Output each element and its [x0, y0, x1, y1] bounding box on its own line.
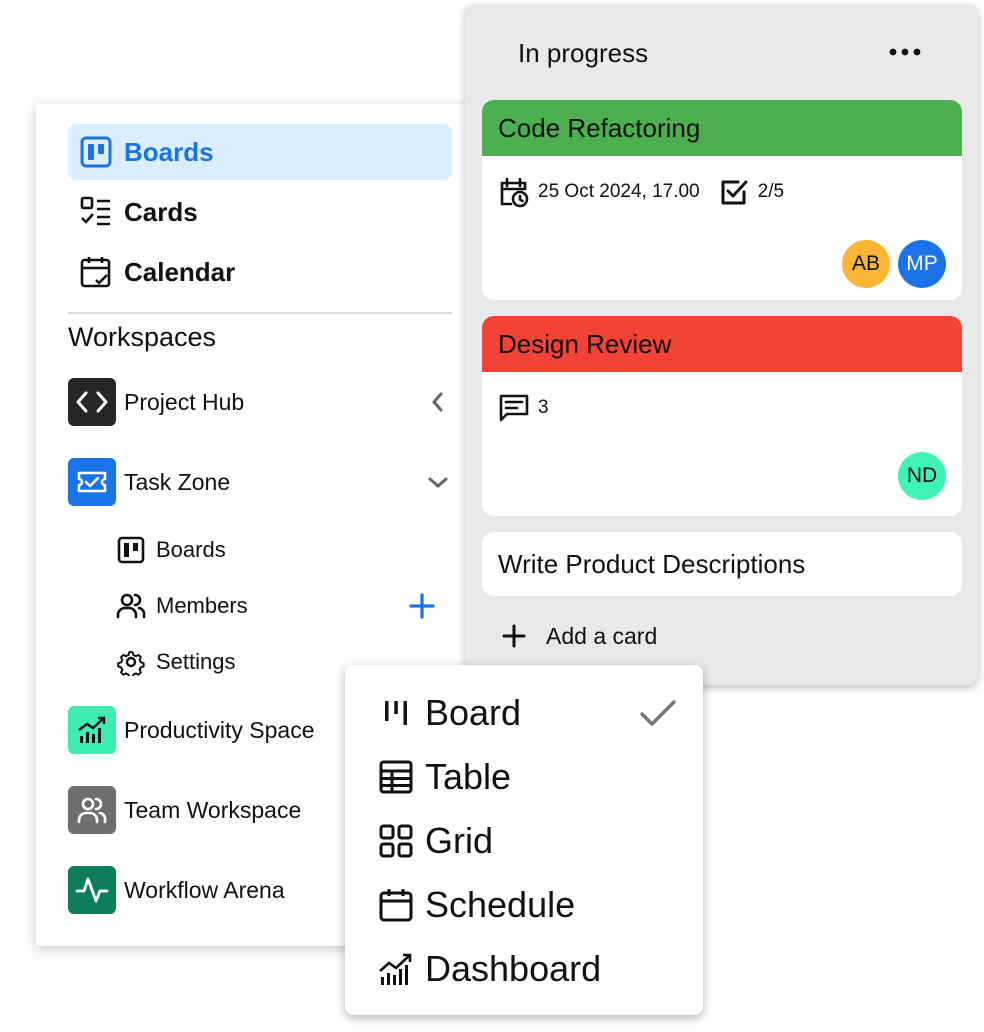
ticket-icon — [68, 458, 116, 506]
board-view-icon — [377, 694, 415, 732]
sub-item-label: Members — [156, 593, 248, 618]
chevron-down-icon[interactable] — [426, 470, 450, 494]
dashboard-icon — [377, 950, 415, 988]
view-option-schedule[interactable]: Schedule — [377, 880, 687, 930]
due-date: 25 Oct 2024, 17.00 — [538, 181, 700, 202]
card-title: Design Review — [482, 316, 962, 372]
boards-icon — [116, 535, 146, 565]
card-write-product-descriptions[interactable]: Write Product Descriptions — [482, 532, 962, 596]
schedule-icon — [377, 886, 415, 924]
workspace-label: Task Zone — [124, 468, 231, 495]
card-meta: 25 Oct 2024, 17.00 2/5 — [498, 176, 784, 208]
avatar[interactable]: ND — [898, 452, 946, 500]
sub-item-label: Boards — [156, 537, 226, 562]
checklist-count: 2/5 — [757, 181, 785, 202]
view-menu: Board Table Grid Schedule Dashboard — [345, 665, 703, 1015]
comment-icon — [498, 392, 530, 424]
gear-icon — [116, 647, 146, 677]
avatar[interactable]: AB — [842, 240, 890, 288]
card-code-refactoring[interactable]: Code Refactoring 25 Oct 2024, 17.00 2/5 … — [482, 100, 962, 300]
view-option-label: Dashboard — [425, 948, 602, 989]
add-card-label: Add a card — [546, 622, 658, 649]
workspace-project-hub[interactable]: Project Hub — [68, 378, 452, 426]
checklist-icon — [79, 195, 113, 229]
checkbox-icon — [718, 176, 750, 208]
sub-item-members[interactable]: Members — [116, 590, 436, 622]
table-icon — [377, 758, 415, 796]
add-card-button[interactable]: Add a card — [500, 622, 657, 650]
divider — [68, 312, 452, 314]
workspaces-title: Workspaces — [68, 322, 217, 352]
code-icon — [68, 378, 116, 426]
workspace-label: Project Hub — [124, 388, 245, 415]
plus-icon — [500, 622, 528, 650]
workspace-label: Workflow Arena — [124, 876, 285, 903]
nav-item-calendar[interactable]: Calendar — [68, 244, 452, 300]
nav-item-cards[interactable]: Cards — [68, 184, 452, 240]
view-option-grid[interactable]: Grid — [377, 816, 687, 866]
avatar[interactable]: MP — [898, 240, 946, 288]
calendar-clock-icon — [498, 176, 530, 208]
column-title: In progress — [518, 38, 649, 68]
view-option-table[interactable]: Table — [377, 752, 687, 802]
members-icon — [116, 591, 146, 621]
view-option-dashboard[interactable]: Dashboard — [377, 944, 687, 994]
workspace-task-zone[interactable]: Task Zone — [68, 458, 452, 506]
team-icon — [68, 786, 116, 834]
view-option-label: Board — [425, 692, 522, 733]
nav-item-boards[interactable]: Boards — [68, 124, 452, 180]
view-option-label: Grid — [425, 820, 494, 861]
workspace-label: Team Workspace — [124, 796, 302, 823]
view-option-board[interactable]: Board — [377, 688, 687, 738]
sub-item-label: Settings — [156, 649, 236, 674]
grid-icon — [377, 822, 415, 860]
nav-item-label: Calendar — [124, 256, 236, 287]
pulse-icon — [68, 866, 116, 914]
calendar-check-icon — [79, 255, 113, 289]
chart-icon — [68, 706, 116, 754]
board-column: In progress Code Refactoring 25 Oct 2024… — [465, 4, 978, 685]
checkmark-icon — [637, 692, 679, 734]
boards-icon — [79, 135, 113, 169]
card-meta: 3 — [498, 392, 549, 424]
view-option-label: Schedule — [425, 884, 576, 925]
card-title: Write Product Descriptions — [498, 549, 806, 579]
more-options-icon[interactable] — [887, 40, 923, 64]
add-member-button[interactable] — [408, 592, 436, 620]
comment-count: 3 — [538, 397, 549, 418]
card-design-review[interactable]: Design Review 3 ND — [482, 316, 962, 516]
nav-item-label: Boards — [124, 136, 214, 167]
nav-item-label: Cards — [124, 196, 198, 227]
view-option-label: Table — [425, 756, 512, 797]
workspace-label: Productivity Space — [124, 716, 315, 743]
sub-item-boards[interactable]: Boards — [116, 534, 436, 566]
chevron-left-icon[interactable] — [426, 390, 450, 414]
card-title: Code Refactoring — [482, 100, 962, 156]
